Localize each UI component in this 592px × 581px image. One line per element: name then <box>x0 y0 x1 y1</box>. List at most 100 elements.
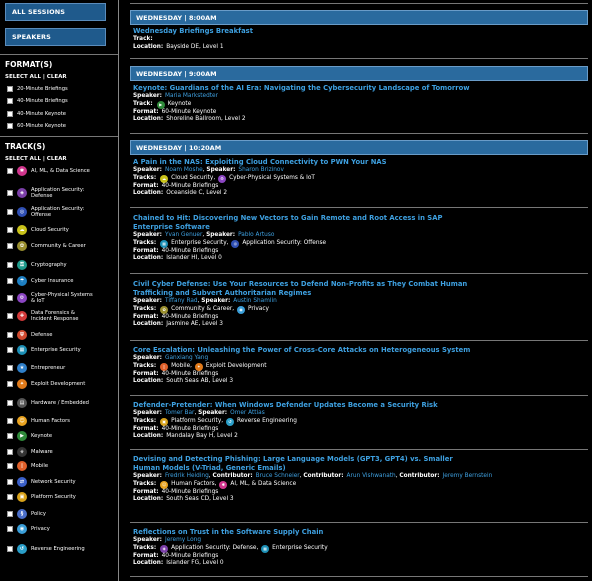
format-checkbox[interactable] <box>7 123 13 129</box>
track-option[interactable]: ☣ Malware <box>7 447 93 457</box>
track-checkbox[interactable] <box>7 463 13 469</box>
contributor-link[interactable]: Jeremy Bernstein <box>443 473 493 481</box>
speakers-button[interactable]: SPEAKERS <box>5 28 106 46</box>
speaker-link[interactable]: Sharon Brizinov <box>238 167 284 175</box>
forensics-icon: ✚ <box>17 311 27 321</box>
session-location: Location: Jasmine AE, Level 3 <box>133 321 223 327</box>
track-option[interactable]: ▣ Platform Security <box>7 492 93 502</box>
track-checkbox[interactable] <box>7 418 13 424</box>
session-title-link[interactable]: Reflections on Trust in the Software Sup… <box>133 528 478 537</box>
track-option[interactable]: ✦ Exploit Development <box>7 379 93 389</box>
track-option[interactable]: ✱ AI, ML, & Data Science <box>7 166 93 176</box>
track-checkbox[interactable] <box>7 209 13 215</box>
community-icon: ✿ <box>160 305 169 314</box>
speaker-link[interactable]: Pablo Artuso <box>238 232 274 240</box>
track-checkbox[interactable] <box>7 365 13 371</box>
speaker-link[interactable]: Yvan Genuer <box>165 232 202 240</box>
track-option[interactable]: ◎ Application Security: Offense <box>7 206 93 218</box>
session-title-link[interactable]: Wednesday Briefings Breakfast <box>133 27 478 36</box>
all-sessions-button[interactable]: ALL SESSIONS <box>5 3 106 21</box>
format-option[interactable]: 60-Minute Keynote <box>7 122 66 131</box>
contributor-link[interactable]: Bruce Schneier <box>256 473 300 481</box>
track-checkbox[interactable] <box>7 381 13 387</box>
track-select-clear[interactable]: SELECT ALL | CLEAR <box>5 156 67 162</box>
session-title-link[interactable]: Chained to Hit: Discovering New Vectors … <box>133 214 478 232</box>
speaker-link[interactable]: Tomer Bar <box>165 410 194 418</box>
track-option[interactable]: ⚙ Cyber-Physical Systems & IoT <box>7 292 93 304</box>
track-option[interactable]: ☁ Cloud Security <box>7 225 93 235</box>
speaker-link[interactable]: Fredrik Heiding <box>165 473 209 481</box>
track-checkbox[interactable] <box>7 332 13 338</box>
ai-ml-icon: ✱ <box>219 480 228 489</box>
speaker-link[interactable]: Austin Shamlin <box>233 298 277 306</box>
track-option[interactable]: ☂ Cyber Insurance <box>7 276 93 286</box>
track-option-label: Platform Security <box>31 494 76 500</box>
session-title-link[interactable]: A Pain in the NAS: Exploiting Cloud Conn… <box>133 158 478 167</box>
track-option-label: Cloud Security <box>31 227 69 233</box>
format-select-clear[interactable]: SELECT ALL | CLEAR <box>5 74 67 80</box>
time-slot-header: WEDNESDAY | 9:00AM <box>130 66 588 81</box>
sidebar: ALL SESSIONS SPEAKERS FORMAT(S) SELECT A… <box>0 0 118 581</box>
format-checkbox[interactable] <box>7 85 13 92</box>
track-checkbox[interactable] <box>7 526 13 532</box>
session-format: Format: 40-Minute Briefings <box>133 370 219 377</box>
track-checkbox[interactable] <box>7 243 13 249</box>
session-title-link[interactable]: Civil Cyber Defense: Use Your Resources … <box>133 280 478 298</box>
track-checkbox[interactable] <box>7 546 13 552</box>
format-checkbox[interactable] <box>7 110 13 117</box>
track-option[interactable]: ◈ Application Security: Defense <box>7 187 93 199</box>
track-option[interactable]: ★ Entrepreneur <box>7 363 93 373</box>
format-checkbox[interactable] <box>7 98 13 104</box>
format-option[interactable]: 20-Minute Briefings <box>7 84 68 93</box>
speaker-link[interactable]: Jeremy Long <box>165 537 201 545</box>
track-option[interactable]: ⛨ Defense <box>7 330 93 340</box>
speaker-link[interactable]: Ganxiang Yang <box>165 355 208 363</box>
track-option[interactable]: ⇄ Network Security <box>7 477 93 487</box>
track-checkbox[interactable] <box>7 433 13 439</box>
track-option[interactable]: ▦ Enterprise Security <box>7 345 93 355</box>
track-option[interactable]: ▯ Mobile <box>7 461 93 471</box>
privacy-icon: ◉ <box>17 524 27 534</box>
track-checkbox[interactable] <box>7 278 13 284</box>
track-checkbox[interactable] <box>7 168 13 174</box>
track-option[interactable]: ✚ Data Forensics & Incident Response <box>7 310 93 322</box>
track-checkbox[interactable] <box>7 449 13 455</box>
track-checkbox[interactable] <box>7 479 13 485</box>
track-checkbox[interactable] <box>7 400 13 406</box>
track-option[interactable]: ↺ Reverse Engineering <box>7 544 93 554</box>
track-option[interactable]: ▤ Hardware / Embedded <box>7 398 93 408</box>
session-item: Devising and Detecting Phishing: Large L… <box>133 455 587 504</box>
track-option[interactable]: ☺ Human Factors <box>7 416 93 426</box>
contributor-link[interactable]: Arun Vishwanath <box>347 473 396 481</box>
session-format: Format: 40-Minute Briefings <box>133 247 219 254</box>
track-checkbox[interactable] <box>7 494 13 500</box>
track-option[interactable]: ◉ Privacy <box>7 524 93 534</box>
track-checkbox[interactable] <box>7 190 13 196</box>
appsec-offense-icon: ◎ <box>17 207 27 217</box>
speaker-link[interactable]: Tiffany Rad <box>165 298 198 306</box>
track-option-label: Reverse Engineering <box>31 546 85 552</box>
track-checkbox[interactable] <box>7 227 13 233</box>
session-speakers: Speaker: Fredrik Heiding, Contributor: Bru… <box>133 473 493 481</box>
track-option[interactable]: ✿ Community & Career <box>7 241 93 251</box>
track-checkbox[interactable] <box>7 347 13 353</box>
session-title-link[interactable]: Devising and Detecting Phishing: Large L… <box>133 455 478 473</box>
track-option[interactable]: ▶ Keynote <box>7 431 93 441</box>
divider <box>130 3 588 4</box>
track-option[interactable]: § Policy <box>7 509 93 519</box>
speaker-link[interactable]: Maria Markstedter <box>165 93 218 101</box>
track-checkbox[interactable] <box>7 313 13 319</box>
format-option[interactable]: 40-Minute Briefings <box>7 97 68 106</box>
track-checkbox[interactable] <box>7 295 13 301</box>
track-option[interactable]: ⚿ Cryptography <box>7 260 93 270</box>
session-title-link[interactable]: Defender-Pretender: When Windows Defende… <box>133 401 587 410</box>
speaker-link[interactable]: Omer Attias <box>230 410 265 418</box>
format-option[interactable]: 40-Minute Keynote <box>7 109 66 118</box>
track-option-label: Exploit Development <box>31 381 86 387</box>
session-item: Defender-Pretender: When Windows Defende… <box>133 401 587 441</box>
track-checkbox[interactable] <box>7 262 13 268</box>
session-title-link[interactable]: Core Escalation: Unleashing the Power of… <box>133 346 478 355</box>
session-title-link[interactable]: Keynote: Guardians of the AI Era: Naviga… <box>133 84 587 93</box>
speaker-link[interactable]: Noam Moshe <box>165 167 203 175</box>
track-checkbox[interactable] <box>7 511 13 517</box>
